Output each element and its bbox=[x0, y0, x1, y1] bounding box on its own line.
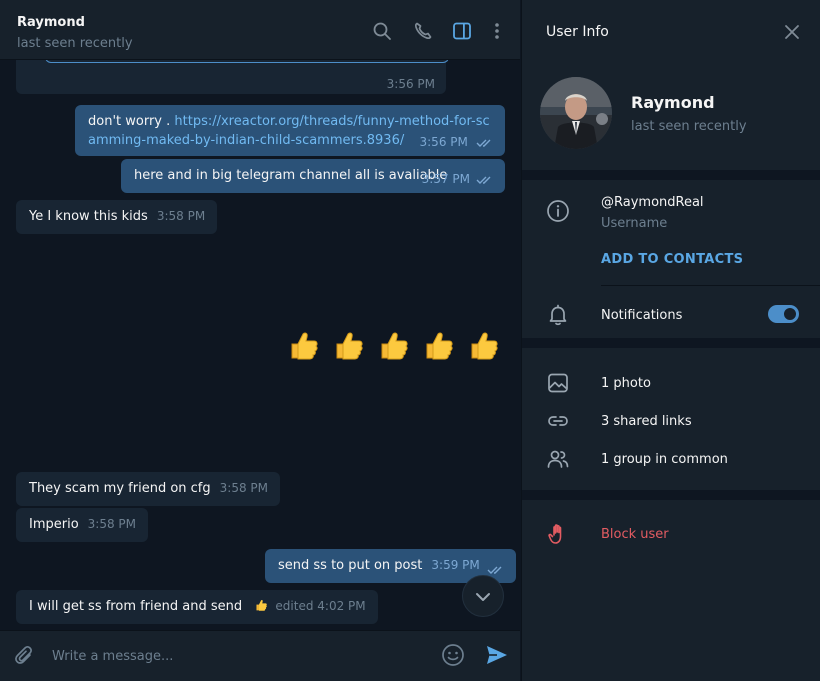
search-icon[interactable] bbox=[372, 21, 392, 41]
toggle-knob bbox=[782, 306, 798, 322]
double-check-icon bbox=[487, 566, 502, 574]
photo-icon bbox=[548, 373, 568, 393]
thumbs-up-emoji bbox=[291, 332, 318, 360]
link-icon bbox=[548, 416, 568, 426]
message-bubble[interactable]: 3:56 PM bbox=[16, 60, 449, 94]
message-time: 3:58 PM bbox=[87, 517, 137, 531]
thumbs-up-emoji bbox=[426, 332, 453, 360]
shared-links-item[interactable]: 3 shared links bbox=[601, 414, 692, 429]
groups-in-common-item[interactable]: 1 group in common bbox=[601, 452, 728, 467]
close-icon[interactable] bbox=[784, 24, 800, 40]
message-time: 3:57 PM bbox=[421, 172, 470, 186]
message-list[interactable]: 3:56 PM don't worry . https://xreactor.o… bbox=[0, 60, 520, 630]
composer bbox=[0, 630, 520, 681]
message-text: Ye I know this kids bbox=[29, 209, 148, 224]
message-time: 3:59 PM bbox=[431, 558, 480, 572]
user-info-panel: User Info Raymond last seen recently @Ra… bbox=[521, 0, 820, 681]
chat-pane: Raymond last seen recently 3:56 PM don't… bbox=[0, 0, 520, 681]
emoji-message[interactable] bbox=[286, 328, 500, 362]
message-bubble[interactable]: I will get ss from friend and send edite… bbox=[16, 590, 378, 624]
message-input[interactable] bbox=[52, 645, 412, 667]
chat-title[interactable]: Raymond bbox=[17, 15, 85, 30]
username-value[interactable]: @RaymondReal bbox=[601, 195, 704, 210]
message-bubble[interactable]: don't worry . https://xreactor.org/threa… bbox=[75, 105, 505, 156]
thumbs-up-emoji bbox=[336, 332, 363, 360]
message-text: They scam my friend on cfg bbox=[29, 481, 211, 496]
message-time: 3:56 PM bbox=[386, 77, 435, 91]
section-separator bbox=[522, 490, 820, 500]
username-label: Username bbox=[601, 216, 668, 231]
thumbs-up-emoji bbox=[381, 332, 408, 360]
group-icon bbox=[547, 450, 569, 468]
message-time: 3:58 PM bbox=[219, 481, 268, 495]
hand-block-icon bbox=[548, 524, 562, 544]
message-bubble[interactable]: Imperio 3:58 PM bbox=[16, 508, 149, 542]
scroll-down-button[interactable] bbox=[462, 575, 504, 617]
phone-icon[interactable] bbox=[413, 21, 433, 41]
avatar[interactable] bbox=[540, 77, 612, 149]
sidebar-toggle-icon[interactable] bbox=[452, 21, 472, 41]
message-text: I will get ss from friend and send bbox=[29, 599, 243, 614]
view-channel-button[interactable] bbox=[45, 60, 449, 63]
info-icon bbox=[547, 200, 569, 222]
profile-status: last seen recently bbox=[631, 119, 747, 134]
message-text: Imperio bbox=[29, 517, 79, 532]
message-bubble[interactable]: They scam my friend on cfg 3:58 PM bbox=[16, 472, 280, 506]
add-to-contacts-button[interactable]: ADD TO CONTACTS bbox=[601, 252, 743, 267]
chat-status: last seen recently bbox=[17, 36, 133, 51]
double-check-icon bbox=[476, 139, 491, 147]
shared-photos-item[interactable]: 1 photo bbox=[601, 376, 651, 391]
notifications-toggle[interactable] bbox=[768, 305, 799, 323]
message-text: don't worry . bbox=[88, 114, 175, 129]
bell-icon bbox=[549, 304, 567, 326]
section-separator bbox=[522, 170, 820, 180]
emoji-icon[interactable] bbox=[441, 643, 465, 667]
more-icon[interactable] bbox=[487, 21, 507, 41]
message-text: send ss to put on post bbox=[278, 558, 423, 573]
send-icon[interactable] bbox=[484, 642, 510, 668]
double-check-icon bbox=[476, 176, 491, 184]
attach-icon[interactable] bbox=[13, 644, 37, 668]
chat-header: Raymond last seen recently bbox=[0, 0, 520, 60]
message-bubble[interactable]: here and in big telegram channel all is … bbox=[121, 159, 505, 193]
chevron-down-icon bbox=[476, 593, 490, 601]
section-separator bbox=[522, 338, 820, 348]
notifications-label: Notifications bbox=[601, 308, 683, 323]
divider bbox=[601, 285, 820, 286]
thumbs-up-emoji bbox=[471, 332, 498, 360]
message-time: 3:58 PM bbox=[156, 209, 206, 223]
message-text: here and in big telegram channel all is … bbox=[134, 168, 448, 183]
profile-name: Raymond bbox=[631, 93, 715, 112]
message-time: 3:56 PM bbox=[419, 135, 468, 149]
reaction-thumbs-up[interactable] bbox=[254, 599, 272, 614]
message-bubble[interactable]: Ye I know this kids 3:58 PM bbox=[16, 200, 218, 234]
panel-title: User Info bbox=[546, 24, 609, 40]
message-time: edited 4:02 PM bbox=[275, 599, 366, 613]
block-user-button[interactable]: Block user bbox=[601, 527, 669, 542]
